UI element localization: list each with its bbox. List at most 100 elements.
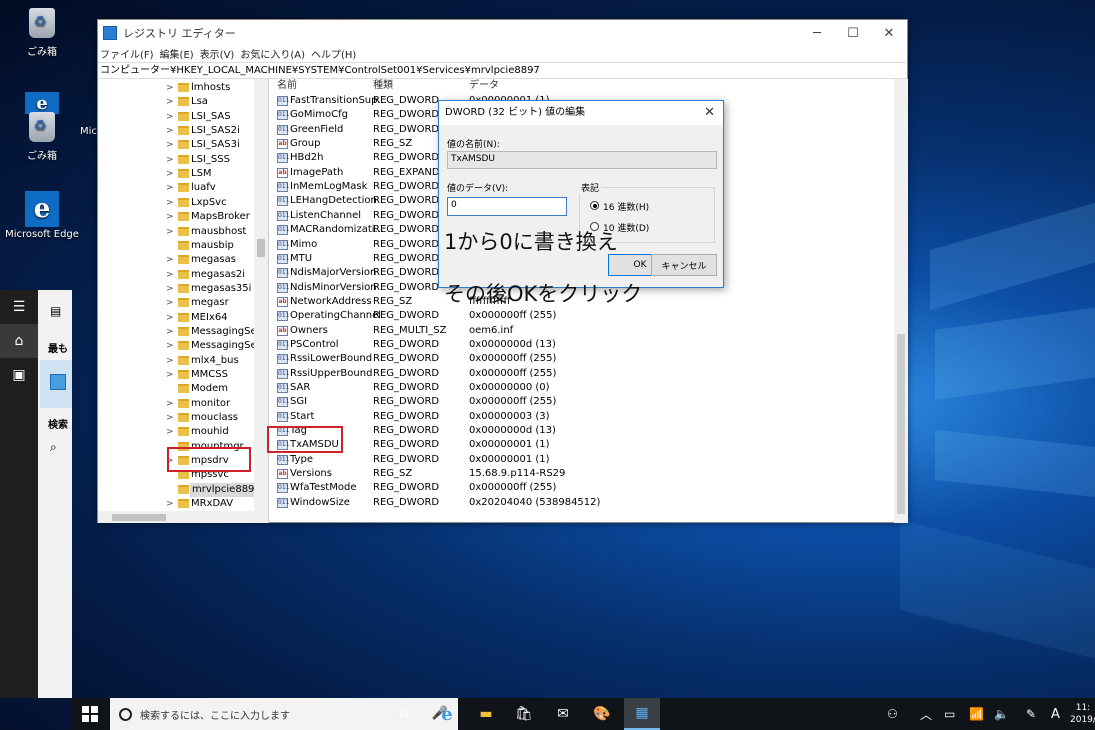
value-row[interactable]: 011 Start REG_DWORD 0x00000003 (3) [271,410,891,424]
tree-item[interactable]: > MMCSS [98,368,268,382]
tree-item[interactable]: > monitor [98,397,268,411]
tree-item[interactable]: > mouhid [98,425,268,439]
value-row[interactable]: 011 SAR REG_DWORD 0x00000000 (0) [271,381,891,395]
address-bar[interactable]: コンピューター¥HKEY_LOCAL_MACHINE¥SYSTEM¥Contro… [98,62,907,79]
expand-arrow-icon[interactable]: > [166,196,174,210]
expand-arrow-icon[interactable]: > [166,425,174,439]
home-icon[interactable]: ⌂ [0,324,38,358]
value-row[interactable]: 011 OperatingChannel REG_DWORD 0x000000ff (… [271,309,891,323]
menu-favorites[interactable]: お気に入り(A) [240,46,305,62]
tree-item[interactable]: > LSI_SAS2i [98,124,268,138]
clock[interactable]: 11: 2019/ [1070,698,1095,730]
value-row[interactable]: 011 PSControl REG_DWORD 0x0000000d (13) [271,338,891,352]
tree-item[interactable]: > Lsa [98,95,268,109]
column-header-type[interactable]: 種類 [373,79,393,93]
tree-item[interactable]: Modem [98,382,268,396]
expand-arrow-icon[interactable]: > [166,167,174,181]
maximize-button[interactable]: ☐ [835,20,871,46]
app-tile-regedit[interactable] [40,360,72,408]
column-header-data[interactable]: データ [469,79,499,93]
hamburger-icon[interactable]: ☰ [0,290,38,324]
expand-arrow-icon[interactable]: > [166,225,174,239]
file-explorer-icon[interactable]: ▬ [468,698,504,730]
expand-arrow-icon[interactable]: > [166,110,174,124]
value-row[interactable]: ab Versions REG_SZ 15.68.9.p114-RS29 [271,467,891,481]
hex-radio[interactable] [590,201,599,210]
edge-taskbar-icon[interactable]: e [429,698,465,730]
tree-item[interactable]: > mouclass [98,411,268,425]
value-row[interactable]: 011 SGI REG_DWORD 0x000000ff (255) [271,395,891,409]
windows-start-button[interactable] [82,706,98,722]
paint-icon[interactable]: 🎨 [584,698,620,730]
cancel-button[interactable]: キャンセル [651,254,717,276]
tray-overflow-icon[interactable]: ︿ [920,698,932,730]
desktop-icon-recycle-bin[interactable]: ごみ箱 [10,6,74,58]
value-row[interactable]: 011 Type REG_DWORD 0x00000001 (1) [271,453,891,467]
tree-item[interactable]: > megasr [98,296,268,310]
tree-item[interactable]: > megasas35i [98,282,268,296]
menu-view[interactable]: 表示(V) [200,46,235,62]
scroll-thumb[interactable] [897,334,905,514]
dialog-close-button[interactable]: ✕ [704,101,715,125]
expand-arrow-icon[interactable]: > [166,325,174,339]
tree-item[interactable]: > MRxDAV [98,497,268,511]
tree-item[interactable]: mrvlpcie8897 [98,482,268,497]
expand-arrow-icon[interactable]: > [166,253,174,267]
expand-arrow-icon[interactable]: > [166,368,174,382]
column-header-name[interactable]: 名前 [277,79,297,93]
expand-arrow-icon[interactable]: > [166,268,174,282]
tree-item[interactable]: > LSI_SSS [98,153,268,167]
wifi-icon[interactable]: 📶 [969,698,984,730]
document-icon[interactable]: ▣ [0,358,38,392]
regedit-taskbar-icon[interactable]: ▦ [624,698,660,730]
hex-radio-label[interactable]: 16 進数(H) [603,200,649,213]
expand-arrow-icon[interactable]: > [166,153,174,167]
expand-arrow-icon[interactable]: > [166,497,174,511]
mail-icon[interactable]: ✉ [545,698,581,730]
tree-item[interactable]: > MessagingServ [98,325,268,339]
expand-arrow-icon[interactable]: > [166,311,174,325]
expand-arrow-icon[interactable]: > [166,124,174,138]
expand-arrow-icon[interactable]: > [166,81,174,95]
volume-icon[interactable]: 🔈 [994,698,1009,730]
value-row[interactable]: 011 RssiUpperBound REG_DWORD 0x000000ff (25… [271,367,891,381]
people-icon[interactable]: ⚇ [887,698,898,730]
expand-arrow-icon[interactable]: > [166,138,174,152]
tree-item[interactable]: > MEIx64 [98,311,268,325]
ime-indicator[interactable]: A [1051,698,1060,730]
expand-arrow-icon[interactable]: > [166,411,174,425]
tree-item[interactable]: > mausbhost [98,225,268,239]
value-row[interactable]: 011 Tag REG_DWORD 0x0000000d (13) [271,424,891,438]
tree-item[interactable]: > LSI_SAS [98,110,268,124]
tree-item[interactable]: > MessagingServ [98,339,268,353]
desktop-icon-recycle-bin-2[interactable]: ごみ箱 [10,110,74,162]
tree-item[interactable]: > LSI_SAS3i [98,138,268,152]
pen-icon[interactable]: ✎ [1026,698,1036,730]
scroll-thumb[interactable] [257,239,265,257]
menu-help[interactable]: ヘルプ(H) [311,46,356,62]
expand-arrow-icon[interactable]: > [166,282,174,296]
expand-arrow-icon[interactable]: > [166,354,174,368]
value-row[interactable]: 011 WfaTestMode REG_DWORD 0x000000ff (255) [271,481,891,495]
expand-arrow-icon[interactable]: > [166,339,174,353]
value-data-input[interactable]: 0 [447,197,567,216]
store-icon[interactable]: 🛍 [506,698,542,730]
desktop-icon-edge[interactable]: e Microsoft Edge [4,191,80,240]
tree-item[interactable]: > megasas [98,253,268,267]
battery-icon[interactable]: ▭ [944,698,955,730]
menu-file[interactable]: ファイル(F) [100,46,154,62]
tree-horizontal-scrollbar[interactable] [98,511,255,523]
expand-arrow-icon[interactable]: > [166,397,174,411]
calendar-icon[interactable]: ▤ [50,304,61,318]
expand-arrow-icon[interactable]: > [166,296,174,310]
tree-item[interactable]: > mlx4_bus [98,354,268,368]
tree-item[interactable]: mausbip [98,239,268,253]
tree-vertical-scrollbar[interactable] [254,79,268,523]
scroll-thumb[interactable] [112,514,166,521]
menu-edit[interactable]: 編集(E) [160,46,194,62]
title-bar[interactable]: レジストリ エディター [98,20,907,46]
dialog-title-bar[interactable]: DWORD (32 ビット) 値の編集 ✕ [439,101,723,125]
close-button[interactable]: ✕ [871,20,907,46]
search-icon[interactable]: ⌕ [50,440,57,455]
value-row[interactable]: 011 WindowSize REG_DWORD 0x20204040 (538984… [271,496,891,510]
